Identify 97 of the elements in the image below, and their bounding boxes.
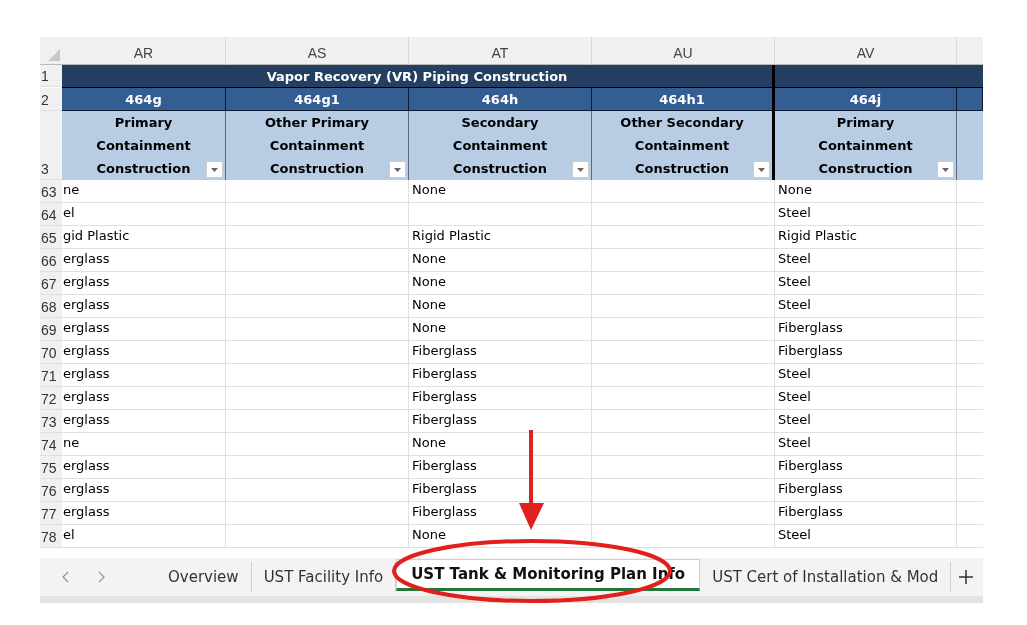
table-cell: ne [62,180,226,203]
caret-icon [211,167,218,172]
table-cell: el [62,525,226,548]
row-number: 74 [40,433,62,456]
table-cell: erglass [62,341,226,364]
table-cell: erglass [62,295,226,318]
column-code: 464h [409,88,592,111]
table-cell: None [409,295,592,318]
table-cell: Fiberglass [775,479,957,502]
column-label: Primary Containment Construction [817,114,914,178]
table-cell: erglass [62,318,226,341]
row-number: 73 [40,410,62,433]
table-cell: Steel [775,272,957,295]
row-number: 78 [40,525,62,548]
header-cell [957,88,983,111]
group-header: Vapor Recovery (VR) Piping Construction [62,65,775,88]
table-cell: None [409,433,592,456]
table-cell: gid Plastic [62,226,226,249]
table-cell: ne [62,433,226,456]
column-code: 464g1 [226,88,409,111]
column-header[interactable]: AS [226,37,409,65]
table-cell: Steel [775,203,957,226]
filter-button[interactable] [389,161,406,178]
caret-icon [942,167,949,172]
chevron-left-icon [62,571,70,583]
table-cell: None [409,249,592,272]
chevron-right-icon [97,571,105,583]
column-label: Primary Containment Construction [95,114,192,178]
row-number: 77 [40,502,62,525]
table-cell: Fiberglass [775,456,957,479]
table-cell: Fiberglass [409,341,592,364]
row-number: 64 [40,203,62,226]
sheet-tab[interactable]: UST Cert of Installation & Mod [700,562,952,592]
row-number: 2 [40,88,62,111]
table-cell: erglass [62,456,226,479]
table-cell: erglass [62,364,226,387]
column-header[interactable]: AV [775,37,957,65]
row-number: 1 [40,65,62,87]
caret-icon [394,167,401,172]
table-cell: None [775,180,957,203]
sheet-tab[interactable]: Overview [156,562,252,592]
row-number: 67 [40,272,62,295]
column-header[interactable]: AR [62,37,226,65]
row-number: 3 [40,111,62,180]
table-cell: Fiberglass [409,456,592,479]
table-cell: Rigid Plastic [409,226,592,249]
table-cell: erglass [62,410,226,433]
plus-icon [959,570,974,584]
table-cell: Steel [775,387,957,410]
row-number: 75 [40,456,62,479]
table-cell: None [409,318,592,341]
table-cell: Fiberglass [775,502,957,525]
column-code: 464g [62,88,226,111]
table-cell: Steel [775,410,957,433]
table-cell: Rigid Plastic [775,226,957,249]
table-cell: erglass [62,272,226,295]
column-code: 464h1 [592,88,775,111]
table-cell: Fiberglass [775,318,957,341]
table-cell: erglass [62,479,226,502]
column-label: Secondary Containment Construction [451,114,549,178]
table-cell: erglass [62,502,226,525]
row-number: 76 [40,479,62,502]
table-cell: el [62,203,226,226]
table-cell: Fiberglass [409,479,592,502]
table-cell: erglass [62,387,226,410]
table-cell: None [409,525,592,548]
row-number: 65 [40,226,62,249]
row-number: 69 [40,318,62,341]
column-label: Other Secondary Containment Construction [619,114,745,178]
row-number: 72 [40,387,62,410]
table-cell: None [409,180,592,203]
column-header[interactable]: AT [409,37,592,65]
filter-button[interactable] [937,161,954,178]
table-cell: erglass [62,249,226,272]
row-number: 63 [40,180,62,203]
row-number: 66 [40,249,62,272]
row-number: 68 [40,295,62,318]
column-code: 464j [775,88,957,111]
caret-icon [577,167,584,172]
table-cell: Steel [775,433,957,456]
filter-button[interactable] [206,161,223,178]
filter-button[interactable] [753,161,770,178]
table-cell: Fiberglass [409,410,592,433]
row-number: 71 [40,364,62,387]
table-cell: Steel [775,525,957,548]
table-cell: None [409,272,592,295]
caret-icon [758,167,765,172]
table-cell: Steel [775,364,957,387]
column-header[interactable]: AU [592,37,775,65]
filter-button[interactable] [572,161,589,178]
table-cell: Fiberglass [409,364,592,387]
row-number: 70 [40,341,62,364]
table-cell: Steel [775,249,957,272]
table-cell: Fiberglass [775,341,957,364]
column-label: Other Primary Containment Construction [264,114,370,178]
table-cell: Steel [775,295,957,318]
table-cell: Fiberglass [409,387,592,410]
